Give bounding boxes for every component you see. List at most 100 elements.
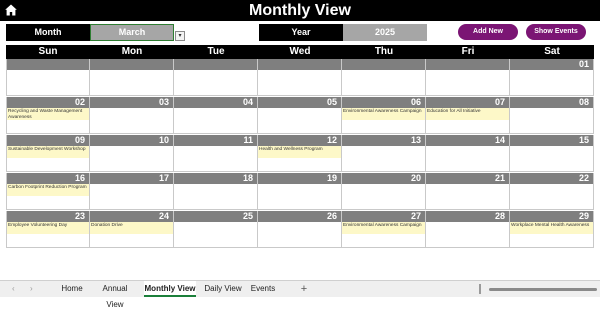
day-cell[interactable]: 01 [510, 59, 594, 96]
sheet-tab[interactable]: Events [249, 281, 277, 297]
day-cell[interactable]: 18 [174, 173, 258, 210]
day-number: 07 [494, 97, 505, 107]
day-cell[interactable]: 09 Sustainable Development Workshop [6, 135, 90, 172]
day-number: 25 [242, 211, 253, 221]
day-cell[interactable]: 23 Employee Volunteering Day [6, 211, 90, 248]
day-cell[interactable]: 24 Donation Drive [90, 211, 174, 248]
day-cell[interactable]: 12 Health and Wellness Program [258, 135, 342, 172]
day-cell[interactable] [90, 59, 174, 96]
day-header-bar: 23 [7, 211, 89, 222]
day-cell[interactable] [426, 59, 510, 96]
day-cell[interactable]: 15 [510, 135, 594, 172]
day-header-bar: 20 [342, 173, 425, 184]
event-label[interactable]: Education for All Initiative [426, 108, 509, 120]
day-header-bar: 14 [426, 135, 509, 146]
day-cell[interactable]: 03 [90, 97, 174, 134]
weekday-tue: Tue [207, 46, 225, 57]
event-label[interactable]: Donation Drive [90, 222, 173, 234]
weekday-header: Sun Mon Tue Wed Thu Fri Sat [6, 45, 594, 59]
day-cell[interactable]: 17 [90, 173, 174, 210]
day-header-bar [7, 59, 89, 70]
event-label[interactable]: Health and Wellness Program [258, 146, 341, 158]
day-header-bar: 02 [7, 97, 89, 108]
day-cell[interactable] [342, 59, 426, 96]
day-header-bar: 28 [426, 211, 509, 222]
event-label[interactable]: Environmental Awareness Campaign [342, 222, 425, 234]
horizontal-scrollbar[interactable] [489, 288, 597, 291]
year-input[interactable]: 2025 [343, 24, 427, 41]
day-cell[interactable]: 29 Workplace Mental Health Awareness [510, 211, 594, 248]
event-label[interactable]: Sustainable Development Workshop [7, 146, 89, 158]
day-header-bar: 19 [258, 173, 341, 184]
day-cell[interactable]: 16 Carbon Footprint Reduction Program [6, 173, 90, 210]
event-label[interactable]: Workplace Mental Health Awareness [510, 222, 593, 234]
day-cell[interactable]: 22 [510, 173, 594, 210]
day-header-bar: 16 [7, 173, 89, 184]
sheet-tab[interactable]: Monthly View [144, 281, 196, 297]
day-cell[interactable]: 19 [258, 173, 342, 210]
day-cell[interactable]: 07 Education for All Initiative [426, 97, 510, 134]
day-cell[interactable]: 11 [174, 135, 258, 172]
sheet-tab-bar: ‹ › Home Annual View Monthly View Daily Vie… [0, 280, 600, 309]
event-label[interactable]: Environmental Awareness Campaign [342, 108, 425, 120]
weekday-thu: Thu [374, 46, 394, 57]
weekday-fri: Fri [461, 46, 475, 57]
day-header-bar: 24 [90, 211, 173, 222]
scroll-right-icon[interactable]: › [30, 282, 33, 296]
add-sheet-button[interactable]: + [298, 281, 310, 297]
day-number: 19 [326, 173, 337, 183]
event-label[interactable]: Carbon Footprint Reduction Program [7, 184, 89, 196]
day-header-bar [258, 59, 341, 70]
day-cell[interactable]: 06 Environmental Awareness Campaign [342, 97, 426, 134]
day-number: 22 [578, 173, 589, 183]
day-number: 13 [410, 135, 421, 145]
chevron-down-icon[interactable]: ▾ [175, 31, 185, 41]
day-cell[interactable] [174, 59, 258, 96]
day-number: 05 [326, 97, 337, 107]
sheet-tab[interactable]: Daily View [203, 281, 243, 297]
month-select[interactable]: March [90, 24, 174, 41]
day-cell[interactable]: 08 [510, 97, 594, 134]
add-new-button[interactable]: Add New [458, 24, 518, 40]
day-header-bar: 12 [258, 135, 341, 146]
day-cell[interactable]: 26 [258, 211, 342, 248]
sheet-tab[interactable]: Annual View [93, 281, 137, 309]
weekday-sun: Sun [38, 46, 58, 57]
day-header-bar: 13 [342, 135, 425, 146]
day-header-bar [342, 59, 425, 70]
day-number: 02 [74, 97, 85, 107]
scroll-left-icon[interactable]: ‹ [12, 282, 15, 296]
day-cell[interactable]: 21 [426, 173, 510, 210]
day-header-bar [426, 59, 509, 70]
day-number: 11 [243, 135, 253, 145]
day-number: 12 [326, 135, 337, 145]
title-bar: Monthly View [0, 0, 600, 21]
day-cell[interactable]: 27 Environmental Awareness Campaign [342, 211, 426, 248]
sheet-tab[interactable]: Home [60, 281, 84, 297]
scroll-handle[interactable] [479, 284, 481, 294]
show-events-button[interactable]: Show Events [526, 24, 586, 40]
weekday-wed: Wed [289, 46, 311, 57]
day-cell[interactable]: 02 Recycling and Waste Management Awarene… [6, 97, 90, 134]
day-header-bar: 05 [258, 97, 341, 108]
day-cell[interactable]: 25 [174, 211, 258, 248]
day-cell[interactable]: 10 [90, 135, 174, 172]
day-cell[interactable] [6, 59, 90, 96]
event-label[interactable]: Recycling and Waste Management Awareness [7, 108, 89, 120]
event-label[interactable]: Employee Volunteering Day [7, 222, 89, 234]
day-header-bar: 15 [510, 135, 593, 146]
day-cell[interactable] [258, 59, 342, 96]
day-number: 18 [242, 173, 253, 183]
day-cell[interactable]: 05 [258, 97, 342, 134]
day-number: 23 [74, 211, 85, 221]
day-header-bar: 11 [174, 135, 257, 146]
day-cell[interactable]: 14 [426, 135, 510, 172]
day-cell[interactable]: 04 [174, 97, 258, 134]
day-header-bar: 10 [90, 135, 173, 146]
day-number: 10 [158, 135, 169, 145]
day-cell[interactable]: 28 [426, 211, 510, 248]
day-number: 06 [410, 97, 421, 107]
day-cell[interactable]: 13 [342, 135, 426, 172]
day-header-bar: 07 [426, 97, 509, 108]
day-cell[interactable]: 20 [342, 173, 426, 210]
